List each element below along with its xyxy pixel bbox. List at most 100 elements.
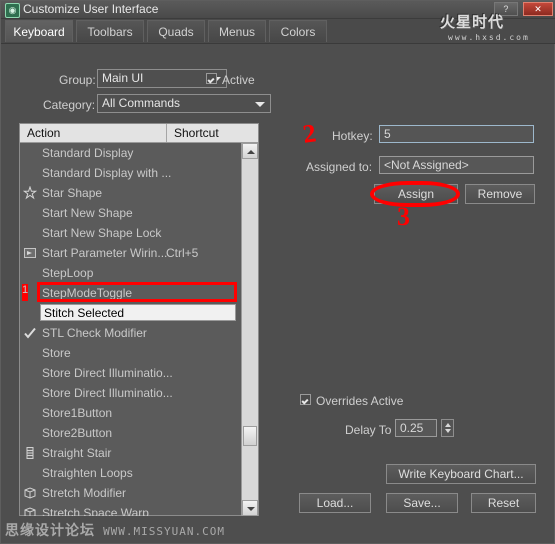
list-item[interactable]: StepModeToggle: [20, 283, 242, 303]
annotation-marker-2: 2: [300, 118, 318, 149]
list-item[interactable]: Start New Shape: [20, 203, 242, 223]
list-header: Action Shortcut: [20, 124, 258, 143]
list-item-shortcut: Ctrl+5: [166, 246, 199, 260]
scroll-up-button[interactable]: [242, 143, 258, 159]
list-item[interactable]: Standard Display: [20, 143, 242, 163]
list-item-label: StepModeToggle: [42, 286, 133, 300]
scrollbar-thumb[interactable]: [243, 426, 257, 446]
list-item-label: Standard Display with ...: [42, 166, 172, 180]
write-keyboard-chart-button[interactable]: Write Keyboard Chart...: [386, 464, 536, 484]
remove-button[interactable]: Remove: [465, 184, 535, 204]
list-item[interactable]: Start New Shape Lock: [20, 223, 242, 243]
tab-toolbars[interactable]: Toolbars: [76, 20, 144, 42]
delay-to-value: 0.25: [400, 421, 424, 435]
chevron-down-icon: [255, 102, 265, 107]
list-item-label: Straighten Loops: [42, 466, 133, 480]
tab-colors[interactable]: Colors: [269, 20, 327, 42]
assigned-to-label: Assigned to:: [306, 160, 373, 174]
title-bar: ◉ Customize User Interface ? ✕: [1, 1, 555, 19]
delay-to-label: Delay To: [345, 423, 392, 437]
list-body: Standard Display Standard Display with .…: [20, 143, 242, 516]
list-item[interactable]: Straight Stair: [20, 443, 242, 463]
caret-down-icon: [445, 429, 451, 433]
list-item-label: Store1Button: [42, 406, 113, 420]
category-select-value: All Commands: [102, 96, 181, 110]
box-icon: [23, 486, 37, 500]
assigned-to-value-box: <Not Assigned>: [379, 156, 534, 174]
hotkey-input[interactable]: 5: [379, 125, 534, 143]
delay-to-input[interactable]: 0.25: [395, 419, 437, 437]
caret-down-icon: [247, 507, 255, 511]
assign-button[interactable]: Assign: [374, 184, 458, 204]
list-item[interactable]: Standard Display with ...: [20, 163, 242, 183]
star-icon: [22, 185, 38, 200]
help-button[interactable]: ?: [493, 2, 518, 16]
list-item[interactable]: StepLoop: [20, 263, 242, 283]
box-icon: [23, 506, 37, 516]
window-title: Customize User Interface: [23, 2, 159, 16]
reset-button[interactable]: Reset: [471, 493, 536, 513]
list-item-label: Stretch Modifier: [42, 486, 127, 500]
stair-icon: [23, 446, 37, 460]
watermark-missyuan: 思缘设计论坛 WWW.MISSYUAN.COM: [5, 520, 225, 540]
list-scrollbar[interactable]: [241, 143, 258, 516]
column-header-action[interactable]: Action: [20, 124, 166, 142]
list-item-label: STL Check Modifier: [42, 326, 147, 340]
list-item[interactable]: Store2Button: [20, 423, 242, 443]
list-item-label: Stretch Space Warp: [42, 506, 149, 516]
list-item[interactable]: Start Parameter Wirin... Ctrl+5: [20, 243, 242, 263]
list-item-label: Store Direct Illuminatio...: [42, 366, 173, 380]
list-item-label: Start New Shape Lock: [42, 226, 162, 240]
list-item-label: Store Direct Illuminatio...: [42, 386, 173, 400]
list-item[interactable]: Straighten Loops: [20, 463, 242, 483]
list-item-label: Store: [42, 346, 71, 360]
list-item[interactable]: Store: [20, 343, 242, 363]
column-header-shortcut[interactable]: Shortcut: [166, 124, 242, 142]
tab-keyboard[interactable]: Keyboard: [5, 20, 73, 42]
caret-up-icon: [445, 423, 451, 427]
list-item[interactable]: Star Shape: [20, 183, 242, 203]
load-button[interactable]: Load...: [299, 493, 371, 513]
delay-to-stepper[interactable]: [441, 419, 454, 437]
group-label: Group:: [59, 73, 96, 87]
list-item[interactable]: Store1Button: [20, 403, 242, 423]
list-item[interactable]: Stretch Modifier: [20, 483, 242, 503]
list-item[interactable]: Stretch Space Warp: [20, 503, 242, 516]
tab-quads[interactable]: Quads: [147, 20, 205, 42]
check-icon: [23, 326, 37, 340]
caret-up-icon: [247, 150, 255, 154]
list-item-label: StepLoop: [42, 266, 94, 280]
list-item-label: Star Shape: [42, 186, 103, 200]
scroll-down-button[interactable]: [242, 500, 258, 516]
overrides-active-label: Overrides Active: [316, 394, 404, 408]
list-item[interactable]: Store Direct Illuminatio...: [20, 363, 242, 383]
list-item-label: Straight Stair: [42, 446, 112, 460]
wire-icon: [23, 246, 37, 260]
overrides-active-checkbox[interactable]: [300, 394, 311, 405]
active-label: Active: [222, 73, 255, 87]
list-item-label: Standard Display: [42, 146, 134, 160]
hotkey-label: Hotkey:: [332, 129, 373, 143]
app-icon: ◉: [5, 3, 20, 18]
active-checkbox[interactable]: [206, 73, 217, 84]
close-button[interactable]: ✕: [523, 2, 553, 16]
annotation-marker-3: 3: [397, 202, 410, 231]
command-list[interactable]: Action Shortcut Standard Display Standar…: [19, 123, 259, 516]
watermark-missyuan-url: WWW.MISSYUAN.COM: [103, 525, 226, 538]
list-item-label: Start Parameter Wirin...: [42, 246, 168, 260]
save-button[interactable]: Save...: [386, 493, 458, 513]
group-select-value: Main UI: [102, 71, 144, 85]
assigned-to-value: <Not Assigned>: [384, 158, 469, 172]
customize-user-interface-window: ◉ Customize User Interface ? ✕ Keyboard …: [0, 0, 555, 544]
window-controls: ? ✕: [492, 2, 553, 16]
category-select[interactable]: All Commands: [97, 94, 271, 113]
hotkey-input-value: 5: [384, 127, 391, 141]
tab-menus[interactable]: Menus: [208, 20, 266, 42]
list-item[interactable]: STL Check Modifier: [20, 323, 242, 343]
list-item[interactable]: Store Direct Illuminatio...: [20, 383, 242, 403]
tab-strip: Keyboard Toolbars Quads Menus Colors: [1, 19, 555, 44]
list-item-selected[interactable]: Stitch Selected: [20, 303, 242, 323]
watermark-missyuan-cn: 思缘设计论坛: [5, 523, 95, 539]
list-item-label: Store2Button: [42, 426, 113, 440]
category-label: Category:: [43, 98, 96, 112]
